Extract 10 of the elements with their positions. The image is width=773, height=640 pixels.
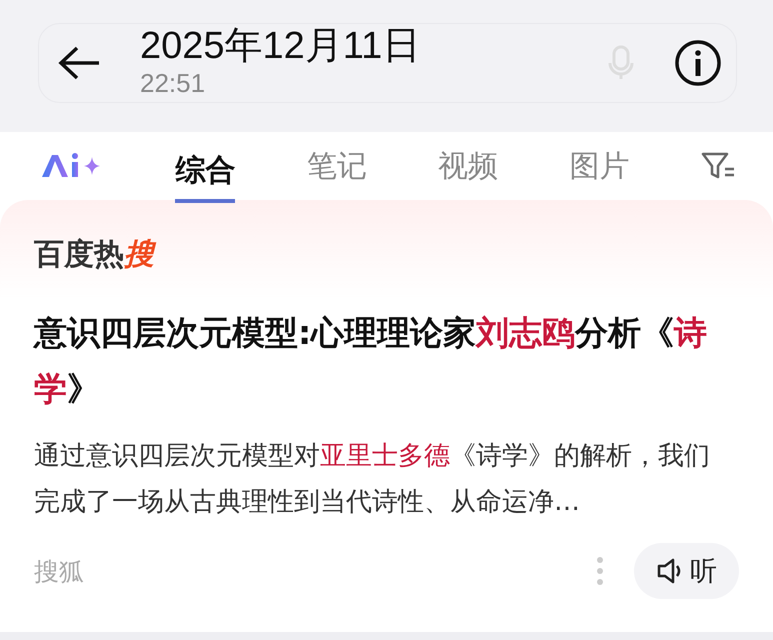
tab[interactable]: 视频: [438, 138, 498, 194]
listen-button[interactable]: 听: [634, 543, 739, 599]
source-name: 搜狐: [34, 556, 84, 588]
tab[interactable]: 笔记: [306, 138, 367, 194]
time-label: 22:51: [140, 68, 206, 98]
brand-logo: 百度热搜: [34, 234, 154, 275]
article-title[interactable]: 意识四层次元模型:心理理论家刘志鸥分析《诗学》: [34, 305, 714, 417]
tab[interactable]: 图片: [570, 138, 630, 194]
date-label: 2025年12月11日: [140, 24, 420, 68]
article-summary: 通过意识四层次元模型对亚里士多德《诗学》的解析，我们完成了一场从古典理性到当代诗性、从命运净…: [34, 440, 711, 519]
